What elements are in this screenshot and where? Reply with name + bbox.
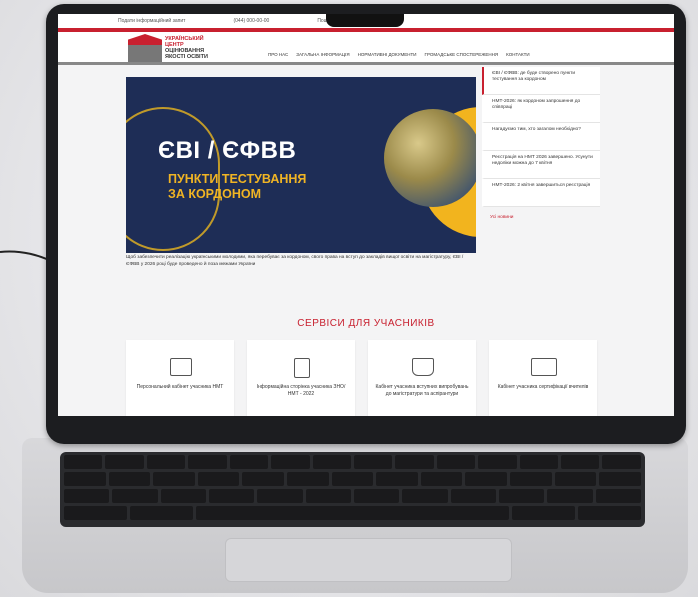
graduation-cap-icon bbox=[412, 358, 434, 376]
news-list: ЄВІ / ЄФВВ: де буде створено пункти тест… bbox=[482, 67, 600, 228]
camera-notch bbox=[326, 14, 404, 27]
service-card[interactable]: Персональний кабінет учасника НМТ bbox=[126, 340, 234, 416]
main-nav: ПРО НАС ЗАГАЛЬНА ІНФОРМАЦІЯ НОРМАТИВНІ Д… bbox=[268, 52, 530, 57]
globe-image bbox=[384, 109, 476, 207]
banner-caption: Щоб забезпечити реалізацію українськими … bbox=[126, 255, 464, 267]
certificate-icon bbox=[531, 358, 557, 376]
nav-documents[interactable]: НОРМАТИВНІ ДОКУМЕНТИ bbox=[358, 52, 417, 57]
phone-text: (044) 000-00-00 bbox=[233, 18, 270, 24]
site-header: УКРАЇНСЬКИЙ ЦЕНТР ОЦІНЮВАННЯ ЯКОСТІ ОСВІ… bbox=[58, 32, 674, 62]
news-item[interactable]: Нагадуємо тим, хто загалом необхідно? bbox=[482, 123, 600, 151]
news-item[interactable]: ЄВІ / ЄФВВ: де буде створено пункти тест… bbox=[482, 67, 600, 95]
nav-observation[interactable]: ГРОМАДСЬКЕ СПОСТЕРЕЖЕННЯ bbox=[425, 52, 499, 57]
document-icon bbox=[294, 358, 310, 378]
inquiry-link[interactable]: Подати інформаційний запит bbox=[118, 18, 185, 24]
services-cards: Персональний кабінет учасника НМТ Інформ… bbox=[126, 340, 597, 416]
news-item[interactable]: НМТ-2026: як кордоном запрошення до спів… bbox=[482, 95, 600, 123]
keyboard bbox=[60, 452, 645, 527]
logo-mark-icon bbox=[128, 34, 162, 62]
site-logo[interactable]: УКРАЇНСЬКИЙ ЦЕНТР ОЦІНЮВАННЯ ЯКОСТІ ОСВІ… bbox=[128, 34, 225, 62]
nav-general-info[interactable]: ЗАГАЛЬНА ІНФОРМАЦІЯ bbox=[296, 52, 349, 57]
services-heading: СЕРВІСИ ДЛЯ УЧАСНИКІВ bbox=[297, 318, 435, 329]
news-item[interactable]: НМТ-2026: 2 квітня завершиться реєстраці… bbox=[482, 179, 600, 207]
laptop-screen: Подати інформаційний запит (044) 000-00-… bbox=[58, 14, 674, 416]
all-news-link[interactable]: Усі новини bbox=[482, 207, 600, 228]
news-item[interactable]: Реєстрація на НМТ 2026 завершено. Усунут… bbox=[482, 151, 600, 179]
user-card-icon bbox=[170, 358, 192, 376]
nav-about[interactable]: ПРО НАС bbox=[268, 52, 288, 57]
banner-title: ЄВІ / ЄФВВ bbox=[158, 137, 297, 164]
service-card[interactable]: Інформаційна сторінка учасника ЗНО/НМТ -… bbox=[247, 340, 355, 416]
hero-banner[interactable]: ЄВІ / ЄФВВ ПУНКТИ ТЕСТУВАННЯ ЗА КОРДОНОМ bbox=[126, 77, 476, 253]
service-card[interactable]: Кабінет учасника сертифікації вчителів bbox=[489, 340, 597, 416]
service-card[interactable]: Кабінет учасника вступних випробувань до… bbox=[368, 340, 476, 416]
nav-contacts[interactable]: КОНТАКТИ bbox=[506, 52, 530, 57]
trackpad bbox=[225, 538, 512, 582]
banner-subtitle: ПУНКТИ ТЕСТУВАННЯ ЗА КОРДОНОМ bbox=[168, 172, 307, 201]
main-content: ЄВІ / ЄФВВ ПУНКТИ ТЕСТУВАННЯ ЗА КОРДОНОМ… bbox=[58, 65, 674, 305]
